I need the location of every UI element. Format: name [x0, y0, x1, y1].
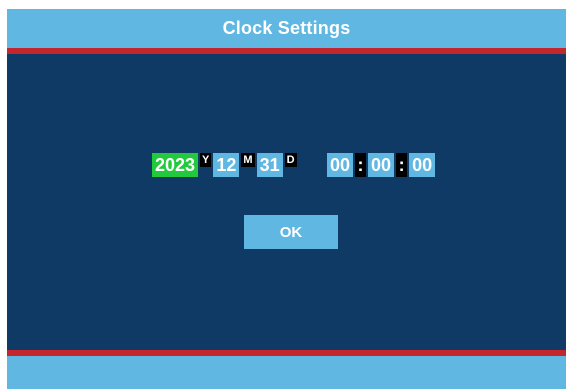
- title-bar: Clock Settings: [7, 9, 566, 48]
- date-row: 2023 Y 12 M 31 D: [152, 153, 299, 177]
- year-unit-label: Y: [200, 153, 212, 167]
- minute-field[interactable]: 00: [368, 153, 395, 177]
- hour-minute-separator: :: [355, 153, 367, 177]
- time-row: 00 : 00 : 00: [327, 153, 436, 177]
- month-field[interactable]: 12: [213, 153, 240, 177]
- minute-second-separator: :: [396, 153, 408, 177]
- clock-settings-window: Clock Settings 2023 Y 12 M 31 D 00 : 00 …: [7, 9, 566, 389]
- year-field[interactable]: 2023: [152, 153, 199, 177]
- footer-bar: [7, 356, 566, 389]
- window-title: Clock Settings: [222, 18, 351, 38]
- month-unit-label: M: [241, 153, 255, 167]
- second-field[interactable]: 00: [409, 153, 436, 177]
- ok-button[interactable]: OK: [244, 215, 338, 249]
- day-field[interactable]: 31: [256, 153, 283, 177]
- day-unit-label: D: [284, 153, 297, 167]
- settings-panel: [7, 54, 566, 350]
- hour-field[interactable]: 00: [327, 153, 354, 177]
